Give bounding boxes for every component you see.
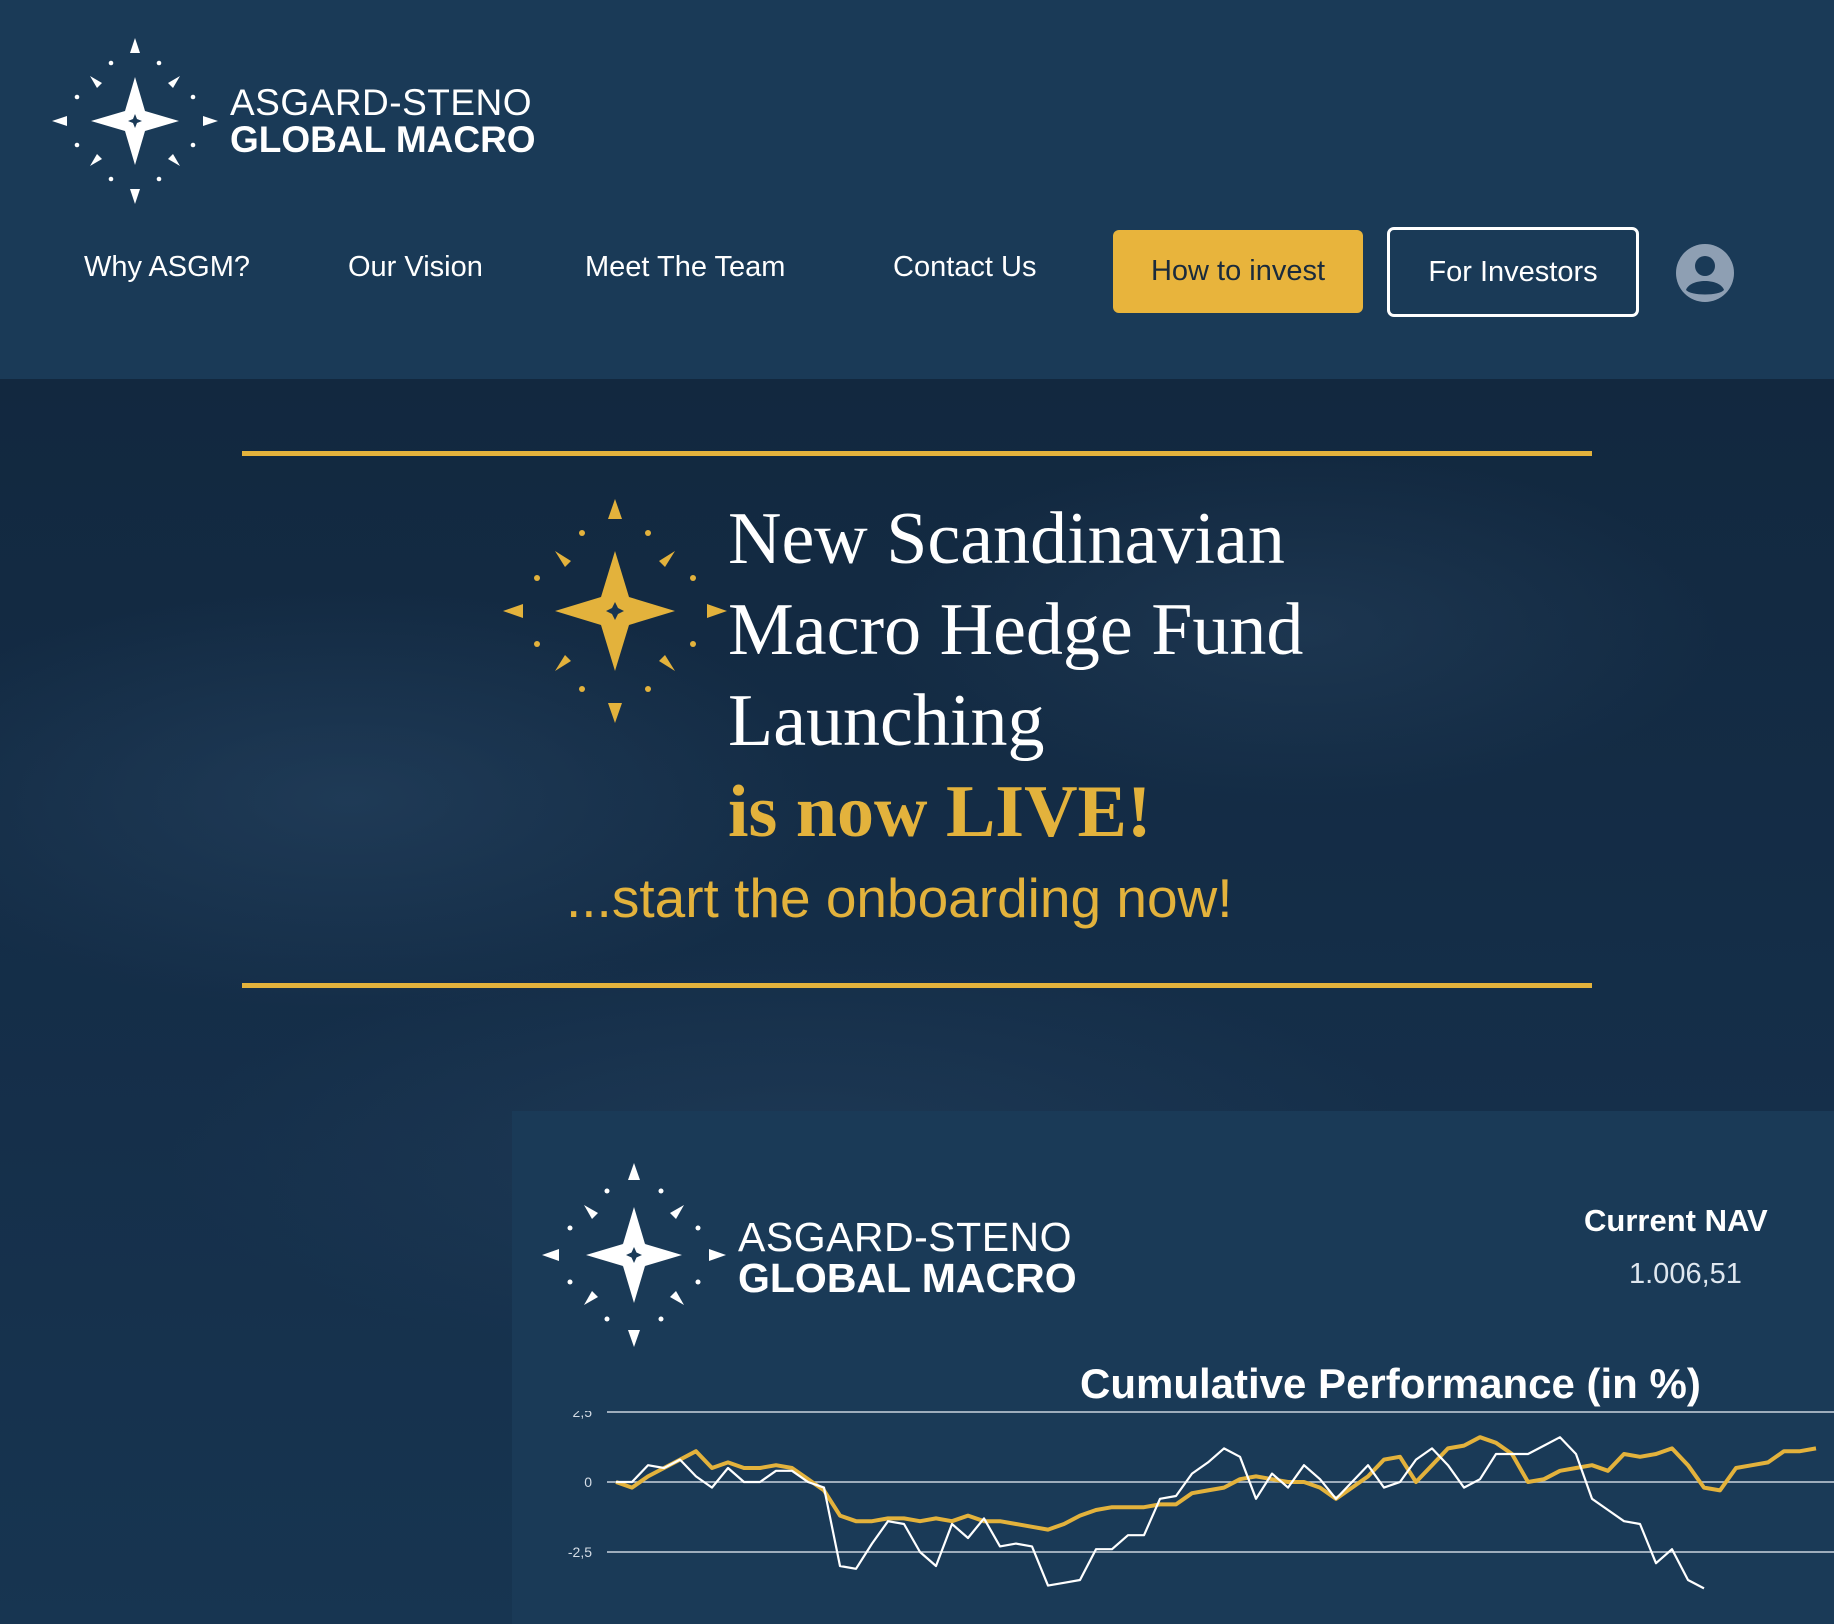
hero-bottom-divider <box>242 983 1592 988</box>
benchmark-performance-line <box>616 1436 1705 1590</box>
how-to-invest-button[interactable]: How to invest <box>1113 230 1363 313</box>
for-investors-button[interactable]: For Investors <box>1387 227 1639 317</box>
headline-line-1: New Scandinavian <box>728 498 1285 580</box>
performance-panel: ASGARD-STENO GLOBAL MACRO Current NAV 1.… <box>512 1111 1834 1624</box>
panel-brand-wordmark: ASGARD-STENO GLOBAL MACRO <box>738 1213 1077 1301</box>
panel-brand-line2: GLOBAL MACRO <box>738 1254 1077 1301</box>
current-nav-label: Current NAV <box>1584 1203 1768 1238</box>
current-nav-value: 1.006,51 <box>1629 1258 1742 1290</box>
brand-line2: GLOBAL MACRO <box>230 119 536 160</box>
headline-live: is now LIVE! <box>728 771 1152 853</box>
headline-line-2: Macro Hedge Fund <box>728 589 1304 671</box>
hero-subline: ...start the onboarding now! <box>566 867 1233 929</box>
panel-brand-line1: ASGARD-STENO <box>738 1213 1073 1260</box>
brand-wordmark: ASGARD-STENO GLOBAL MACRO <box>230 84 536 158</box>
gold-compass-star-icon <box>500 496 730 731</box>
chart-title: Cumulative Performance (in %) <box>1080 1360 1701 1407</box>
headline-line-3: Launching <box>728 680 1045 762</box>
compass-star-icon <box>542 1163 726 1352</box>
y-tick-label: 2,5 <box>573 1411 593 1420</box>
main-nav: Why ASGM? Our Vision Meet The Team Conta… <box>0 227 1834 317</box>
cumulative-performance-chart: 2,5 0 -2,5 <box>568 1411 1834 1590</box>
brand-line1: ASGARD-STENO <box>230 82 533 123</box>
hero-top-divider <box>242 451 1592 456</box>
user-account-icon[interactable] <box>1676 244 1734 302</box>
site-header: ASGARD-STENO GLOBAL MACRO Why ASGM? Our … <box>0 0 1834 379</box>
nav-our-vision[interactable]: Our Vision <box>348 251 483 284</box>
y-tick-label: -2,5 <box>568 1544 592 1560</box>
brand-logo[interactable]: ASGARD-STENO GLOBAL MACRO <box>52 38 536 204</box>
nav-meet-the-team[interactable]: Meet The Team <box>585 251 785 284</box>
y-tick-label: 0 <box>584 1474 592 1490</box>
compass-star-icon <box>52 38 218 204</box>
panel-brand-logo: ASGARD-STENO GLOBAL MACRO <box>542 1163 1077 1352</box>
hero-headline: New Scandinavian Macro Hedge Fund Launch… <box>728 494 1303 858</box>
nav-why-asgm[interactable]: Why ASGM? <box>84 251 250 284</box>
fund-performance-line <box>615 1435 1817 1532</box>
nav-contact-us[interactable]: Contact Us <box>893 251 1036 284</box>
